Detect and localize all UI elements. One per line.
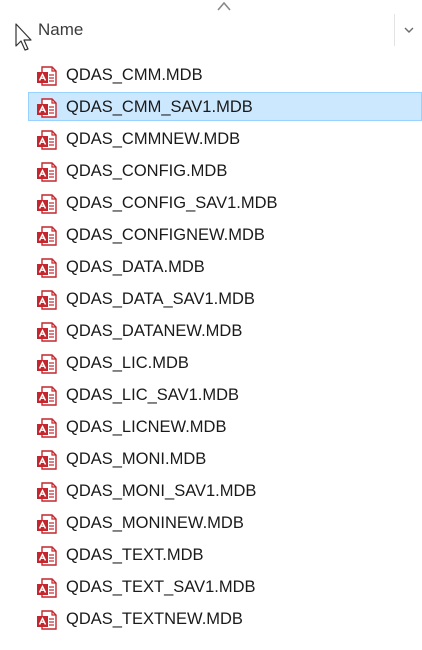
access-database-file-icon [36, 353, 58, 375]
access-database-file-icon [36, 609, 58, 631]
file-row[interactable]: QDAS_LIC.MDB [0, 347, 422, 379]
file-name: QDAS_CONFIG_SAV1.MDB [66, 194, 278, 212]
access-database-file-icon [36, 65, 58, 87]
file-row[interactable]: QDAS_MONI.MDB [0, 443, 422, 475]
access-database-file-icon [36, 289, 58, 311]
file-row[interactable]: QDAS_TEXT_SAV1.MDB [0, 571, 422, 603]
file-row[interactable]: QDAS_TEXTNEW.MDB [0, 603, 422, 635]
file-row[interactable]: QDAS_CONFIG_SAV1.MDB [0, 187, 422, 219]
file-row[interactable]: QDAS_MONINEW.MDB [0, 507, 422, 539]
file-list-pane: Name QDAS_CMM.MDB QDAS_CMM_SAV1.MDB QDAS_C… [0, 0, 422, 650]
file-name: QDAS_TEXT.MDB [66, 546, 204, 564]
file-row[interactable]: QDAS_TEXT.MDB [0, 539, 422, 571]
file-name: QDAS_CMM.MDB [66, 66, 203, 84]
file-name: QDAS_MONI_SAV1.MDB [66, 482, 257, 500]
file-name: QDAS_LIC_SAV1.MDB [66, 386, 240, 404]
file-row[interactable]: QDAS_LICNEW.MDB [0, 411, 422, 443]
file-row[interactable]: QDAS_MONI_SAV1.MDB [0, 475, 422, 507]
file-name: QDAS_DATA_SAV1.MDB [66, 290, 255, 308]
access-database-file-icon [36, 577, 58, 599]
file-name: QDAS_DATANEW.MDB [66, 322, 243, 340]
access-database-file-icon [36, 321, 58, 343]
access-database-file-icon [36, 225, 58, 247]
file-name: QDAS_TEXT_SAV1.MDB [66, 578, 256, 596]
file-row[interactable]: QDAS_CONFIGNEW.MDB [0, 219, 422, 251]
file-name: QDAS_CONFIG.MDB [66, 162, 228, 180]
sort-ascending-icon[interactable] [215, 0, 233, 14]
name-column-header[interactable]: Name [38, 10, 83, 50]
access-database-file-icon [36, 417, 58, 439]
chevron-down-icon[interactable] [398, 14, 420, 46]
column-divider[interactable] [394, 14, 395, 46]
file-name: QDAS_CMM_SAV1.MDB [66, 98, 253, 116]
file-row[interactable]: QDAS_DATA_SAV1.MDB [0, 283, 422, 315]
file-row[interactable]: QDAS_CMM_SAV1.MDB [0, 91, 422, 123]
file-name: QDAS_LIC.MDB [66, 354, 189, 372]
file-row[interactable]: QDAS_DATANEW.MDB [0, 315, 422, 347]
column-header-row: Name [0, 0, 422, 51]
access-database-file-icon [36, 193, 58, 215]
file-name: QDAS_MONI.MDB [66, 450, 207, 468]
file-name: QDAS_LICNEW.MDB [66, 418, 227, 436]
file-row[interactable]: QDAS_LIC_SAV1.MDB [0, 379, 422, 411]
file-row[interactable]: QDAS_CMMNEW.MDB [0, 123, 422, 155]
file-name: QDAS_CONFIGNEW.MDB [66, 226, 265, 244]
access-database-file-icon [36, 385, 58, 407]
file-name: QDAS_DATA.MDB [66, 258, 205, 276]
access-database-file-icon [36, 545, 58, 567]
file-row[interactable]: QDAS_DATA.MDB [0, 251, 422, 283]
file-row[interactable]: QDAS_CMM.MDB [0, 59, 422, 91]
access-database-file-icon [36, 97, 58, 119]
file-name: QDAS_TEXTNEW.MDB [66, 610, 243, 628]
access-database-file-icon [36, 161, 58, 183]
access-database-file-icon [36, 481, 58, 503]
access-database-file-icon [36, 257, 58, 279]
file-name: QDAS_MONINEW.MDB [66, 514, 244, 532]
access-database-file-icon [36, 129, 58, 151]
access-database-file-icon [36, 513, 58, 535]
mouse-pointer-icon [15, 23, 32, 51]
access-database-file-icon [36, 449, 58, 471]
file-row[interactable]: QDAS_CONFIG.MDB [0, 155, 422, 187]
file-list: QDAS_CMM.MDB QDAS_CMM_SAV1.MDB QDAS_CMMNEW… [0, 59, 422, 635]
file-name: QDAS_CMMNEW.MDB [66, 130, 241, 148]
